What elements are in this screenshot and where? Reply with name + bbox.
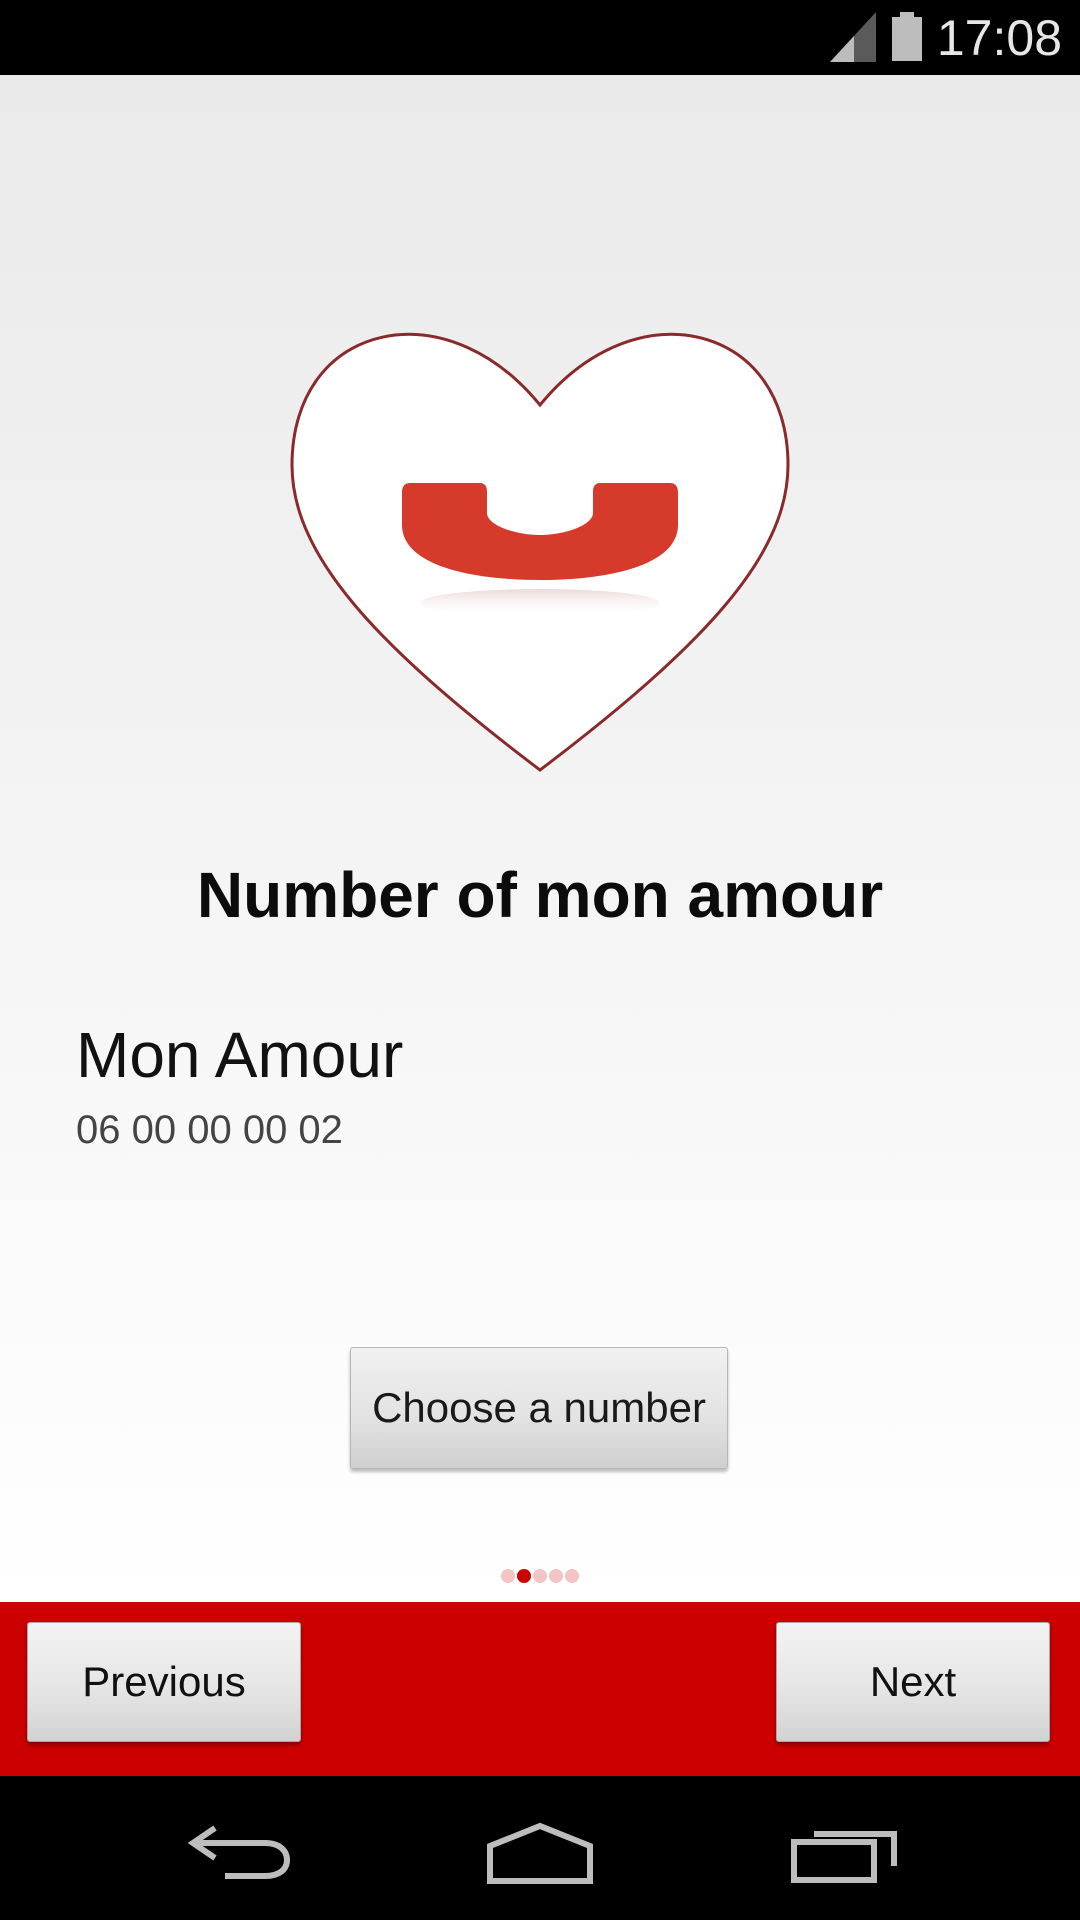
heart-phone-icon [290, 332, 790, 772]
status-bar: 17:08 [0, 0, 1080, 75]
choose-number-button[interactable]: Choose a number [350, 1347, 728, 1469]
signal-icon [830, 12, 876, 62]
next-button[interactable]: Next [776, 1622, 1050, 1742]
previous-button[interactable]: Previous [27, 1622, 301, 1742]
navigation-bar [0, 1776, 1080, 1920]
page-dot [501, 1569, 515, 1583]
page-dot [517, 1569, 531, 1583]
page-dot [565, 1569, 579, 1583]
battery-icon [892, 12, 922, 61]
page-title: Number of mon amour [196, 859, 884, 931]
back-icon[interactable] [185, 1816, 295, 1886]
bottom-bar: Previous Next [0, 1602, 1080, 1776]
contact-number: 06 00 00 00 02 [76, 1108, 343, 1152]
page-dot [533, 1569, 547, 1583]
contact-name: Mon Amour [76, 1019, 404, 1091]
status-clock: 17:08 [936, 10, 1062, 66]
page-indicator [0, 1569, 1080, 1585]
page-dot [549, 1569, 563, 1583]
main-content: Number of mon amour Mon Amour 06 00 00 0… [0, 75, 1080, 1602]
home-icon[interactable] [485, 1816, 595, 1886]
recents-icon[interactable] [790, 1816, 900, 1886]
